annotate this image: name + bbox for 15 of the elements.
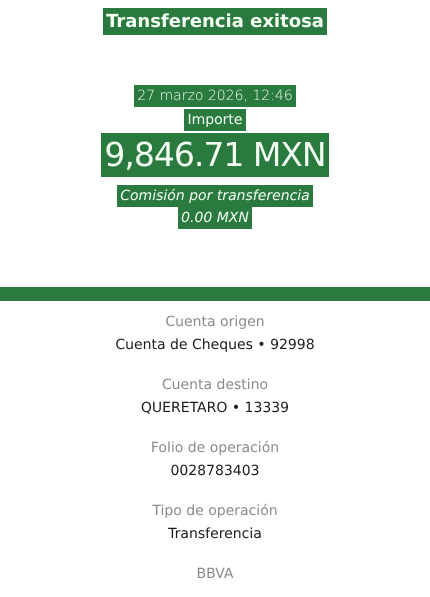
detail-label: Tipo de operación [152, 502, 278, 521]
detail-label: Cuenta destino [162, 376, 268, 395]
fee-label: Comisión por transferencia [117, 185, 313, 207]
amount-value: 9,846.71 MXN [101, 133, 329, 177]
amount-label: Importe [184, 109, 246, 131]
transfer-date: 27 marzo 2026, 12:46 [134, 85, 296, 107]
detail-value: Transferencia [168, 525, 262, 544]
detail-label: Cuenta origen [165, 313, 265, 332]
detail-value: Cuenta de Cheques • 92998 [115, 336, 315, 355]
success-title: Transferencia exitosa [103, 8, 327, 35]
fee-value: 0.00 MXN [178, 207, 252, 229]
bank-name: BBVA [196, 565, 234, 584]
detail-label: Folio de operación [150, 439, 280, 458]
detail-value: QUERETARO • 13339 [140, 399, 290, 418]
detail-value: 0028783403 [170, 462, 260, 481]
